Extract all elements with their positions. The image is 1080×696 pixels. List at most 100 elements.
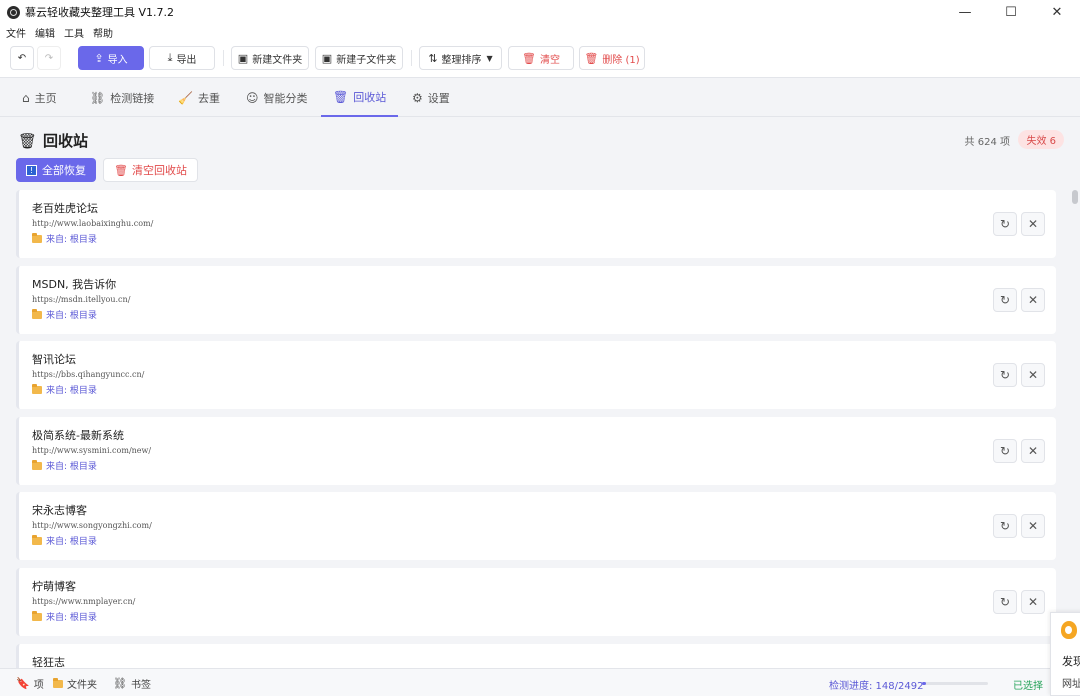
menu-bar: 文件 编辑 工具 帮助 [0,24,1080,40]
new-subfolder-button[interactable]: ▣ 新建子文件夹 [315,46,403,70]
item-url: https://bbs.qihangyuncc.cn/ [32,370,145,379]
item-source: 来自: 根目录 [32,534,97,547]
status-items[interactable]: 🔖 项 [16,676,44,691]
tab-recycle-bin[interactable]: 🗑 回收站 [321,79,399,117]
item-title: 极简系统-最新系统 [32,429,124,442]
trash-icon: 🗑 [333,90,349,104]
undo-button[interactable]: ↶ [10,46,34,70]
close-icon: ✕ [1027,595,1039,609]
info-icon: ! [26,164,37,176]
tab-smart-classify[interactable]: ☺ 智能分类 [234,79,320,117]
delete-permanently-button[interactable]: ✕ [1021,439,1045,463]
popup-text: 网址 [1062,679,1080,690]
list-item: 老百姓虎论坛 http://www.laobaixinghu.com/ 来自: … [16,190,1056,258]
status-bookmarks[interactable]: ⛓ 书签 [113,676,151,691]
delete-permanently-button[interactable]: ✕ [1021,363,1045,387]
clear-label: 清空 [539,54,560,66]
delete-permanently-button[interactable]: ✕ [1021,514,1045,538]
delete-label: 删除 (1) [602,54,640,66]
folder-icon [32,534,42,545]
list-item: 宋永志博客 http://www.songyongzhi.com/ 来自: 根目… [16,492,1056,560]
export-label: 导出 [176,54,197,66]
menu-tools[interactable]: 工具 [64,25,84,40]
close-icon: ✕ [1027,444,1039,458]
status-bookmarks-label: 书签 [130,680,151,691]
clear-button[interactable]: 🗑 清空 [508,46,574,70]
restore-button[interactable]: ↻ [993,363,1017,387]
tab-label: 主页 [34,92,57,105]
tab-label: 设置 [427,92,450,105]
selected-count-text: 已选择 [1013,681,1043,692]
menu-help[interactable]: 帮助 [93,25,113,40]
restore-icon: ↻ [999,217,1011,231]
tab-settings[interactable]: ⚙ 设置 [400,79,462,117]
item-count: 共 624 项 [964,137,1010,148]
tab-dedupe[interactable]: 🧹 去重 [166,79,232,117]
check-progress-text: 检测进度: 148/2492 [829,681,924,692]
close-icon: ✕ [1027,217,1039,231]
minimize-button[interactable]: — [942,0,988,24]
window-controls: — ☐ ✕ [942,0,1080,24]
check-progress-fill [922,682,926,685]
delete-permanently-button[interactable]: ✕ [1021,590,1045,614]
item-title: MSDN, 我告诉你 [32,278,117,291]
restore-button[interactable]: ↻ [993,439,1017,463]
item-source-label: 来自: 根目录 [46,537,97,547]
tab-bar: ⌂ 主页 ⛓ 检测链接 🧹 去重 ☺ 智能分类 🗑 回收站 ⚙ 设置 [0,79,1080,117]
tab-home[interactable]: ⌂ 主页 [10,79,69,117]
item-source: 来自: 根目录 [32,383,97,396]
robot-icon: ☺ [246,91,259,105]
import-button[interactable]: ⇪ 导入 [78,46,144,70]
list-item: 柠萌博客 https://www.nmplayer.cn/ 来自: 根目录 ↻ … [16,568,1056,636]
sort-dropdown[interactable]: ⇅ 整理排序 ▼ [419,46,502,70]
popup-title: 发现 [1062,655,1080,668]
menu-file[interactable]: 文件 [6,25,26,40]
folder-icon [32,308,42,319]
restore-button[interactable]: ↻ [993,212,1017,236]
toolbar: ↶ ↷ ⇪ 导入 ⤓ 导出 ▣ 新建文件夹 ▣ 新建子文件夹 ⇅ 整理排序 ▼ … [0,40,1080,78]
maximize-button[interactable]: ☐ [988,0,1034,24]
restore-button[interactable]: ↻ [993,514,1017,538]
tab-check-links[interactable]: ⛓ 检测链接 [78,79,166,117]
delete-button[interactable]: 🗑 删除 (1) [579,46,645,70]
app-logo-icon [7,5,20,19]
redo-button[interactable]: ↷ [37,46,61,70]
restore-icon: ↻ [999,293,1011,307]
folder-icon [32,610,42,621]
item-url: https://www.nmplayer.cn/ [32,597,136,606]
close-button[interactable]: ✕ [1034,0,1080,24]
new-folder-button[interactable]: ▣ 新建文件夹 [231,46,309,70]
download-icon: ⤓ [167,51,173,64]
empty-bin-label: 清空回收站 [131,164,187,177]
status-folders[interactable]: 文件夹 [53,676,97,691]
delete-permanently-button[interactable]: ✕ [1021,288,1045,312]
trash-icon: 🗑 [522,51,536,65]
restore-button[interactable]: ↻ [993,288,1017,312]
close-icon: ✕ [1027,368,1039,382]
item-source: 来自: 根目录 [32,610,97,623]
item-title: 智讯论坛 [32,353,76,366]
list-item: 极简系统-最新系统 http://www.sysmini.com/new/ 来自… [16,417,1056,485]
restore-button[interactable]: ↻ [993,590,1017,614]
folder-icon [32,232,42,243]
restore-all-button[interactable]: ! 全部恢复 [16,158,96,182]
item-source-label: 来自: 根目录 [46,235,97,245]
restore-icon: ↻ [999,595,1011,609]
broom-icon: 🧹 [178,91,193,105]
folder-icon [32,459,42,470]
scrollbar-thumb[interactable] [1072,190,1078,204]
restore-icon: ↻ [999,444,1011,458]
item-source-label: 来自: 根目录 [46,462,97,472]
redo-icon: ↷ [44,52,54,64]
restore-all-label: 全部恢复 [42,164,86,177]
item-title: 柠萌博客 [32,580,76,593]
folder-icon [32,383,42,394]
delete-permanently-button[interactable]: ✕ [1021,212,1045,236]
menu-edit[interactable]: 编辑 [35,25,55,40]
notification-popup[interactable]: 发现 网址 [1050,612,1080,696]
trash-icon: 🗑 [584,51,599,65]
home-icon: ⌂ [22,91,30,105]
empty-recycle-bin-button[interactable]: 🗑 清空回收站 [103,158,198,182]
export-button[interactable]: ⤓ 导出 [149,46,215,70]
status-items-label: 项 [33,680,44,691]
